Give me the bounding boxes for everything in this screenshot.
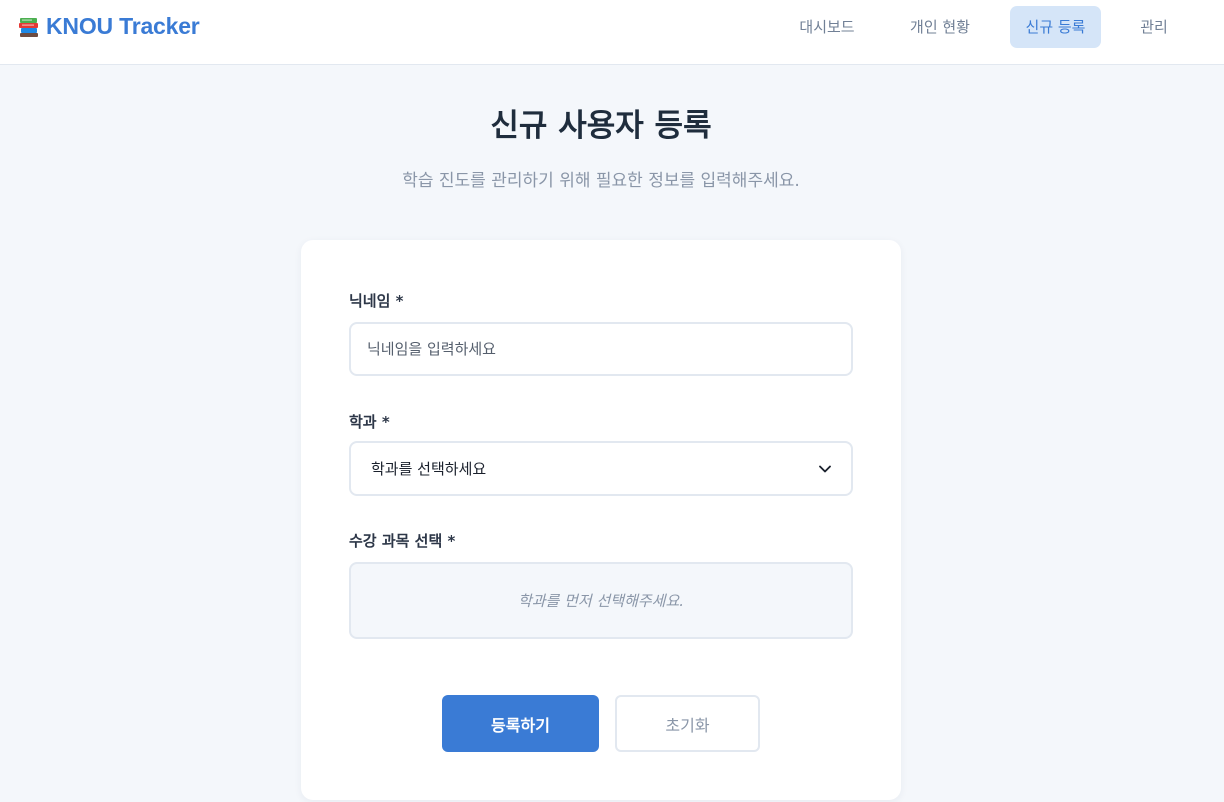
registration-form-card: 닉네임 * 학과 * 학과를 선택하세요 수강 과목 선택 * 학과를 먼저 선… xyxy=(301,240,901,800)
top-header: KNOU Tracker 대시보드 개인 현황 신규 등록 관리 xyxy=(0,0,1224,65)
reset-button[interactable]: 초기화 xyxy=(615,695,760,752)
course-selection-area: 학과를 먼저 선택해주세요. xyxy=(349,562,853,639)
submit-button[interactable]: 등록하기 xyxy=(442,695,599,752)
brand-logo[interactable]: KNOU Tracker xyxy=(18,13,200,40)
nav-personal-status[interactable]: 개인 현황 xyxy=(894,6,986,48)
nav-dashboard[interactable]: 대시보드 xyxy=(783,6,871,48)
books-icon xyxy=(19,17,38,37)
department-selected-value: 학과를 선택하세요 xyxy=(371,460,487,478)
nav-new-registration[interactable]: 신규 등록 xyxy=(1010,6,1101,48)
nickname-label: 닉네임 * xyxy=(349,292,404,310)
department-label: 학과 * xyxy=(349,413,390,431)
page-subtitle: 학습 진도를 관리하기 위해 필요한 정보를 입력해주세요. xyxy=(402,171,800,191)
department-select[interactable]: 학과를 선택하세요 xyxy=(349,441,853,496)
brand-name: KNOU Tracker xyxy=(46,13,200,39)
nav-admin[interactable]: 관리 xyxy=(1124,6,1184,48)
page-title: 신규 사용자 등록 xyxy=(490,108,712,144)
course-empty-message: 학과를 먼저 선택해주세요. xyxy=(517,592,685,610)
chevron-down-icon xyxy=(819,465,831,472)
course-label: 수강 과목 선택 * xyxy=(349,532,456,550)
nickname-input[interactable] xyxy=(349,322,853,376)
